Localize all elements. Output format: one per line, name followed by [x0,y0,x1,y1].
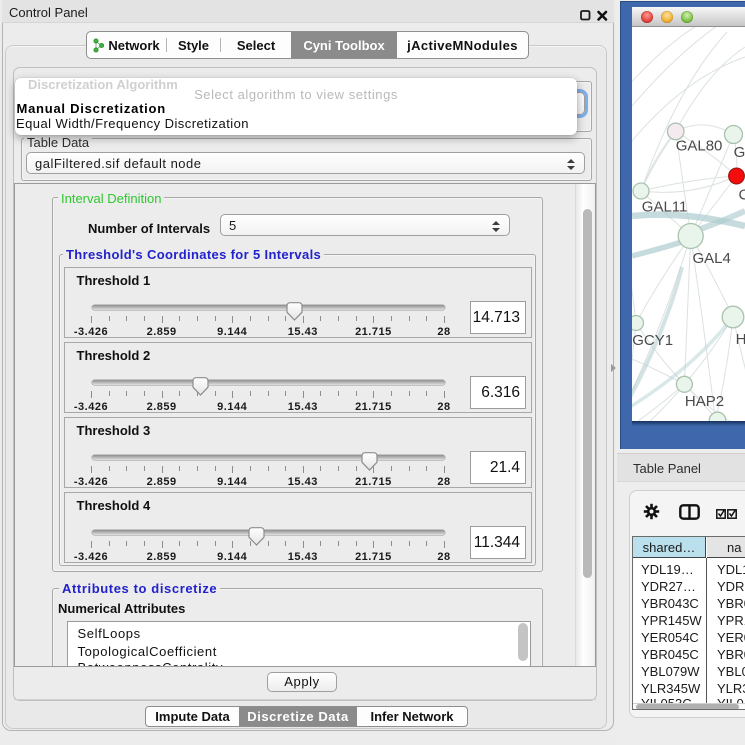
svg-text:GCY1: GCY1 [632,332,673,349]
svg-text:GAL80: GAL80 [676,138,723,155]
svg-text:H: H [736,331,745,348]
svg-text:HAP2: HAP2 [685,393,724,410]
svg-text:GAL4: GAL4 [693,250,731,267]
svg-text:GAL11: GAL11 [642,199,688,216]
svg-text:CD: CD [739,187,745,204]
svg-text:GA: GA [734,144,745,161]
